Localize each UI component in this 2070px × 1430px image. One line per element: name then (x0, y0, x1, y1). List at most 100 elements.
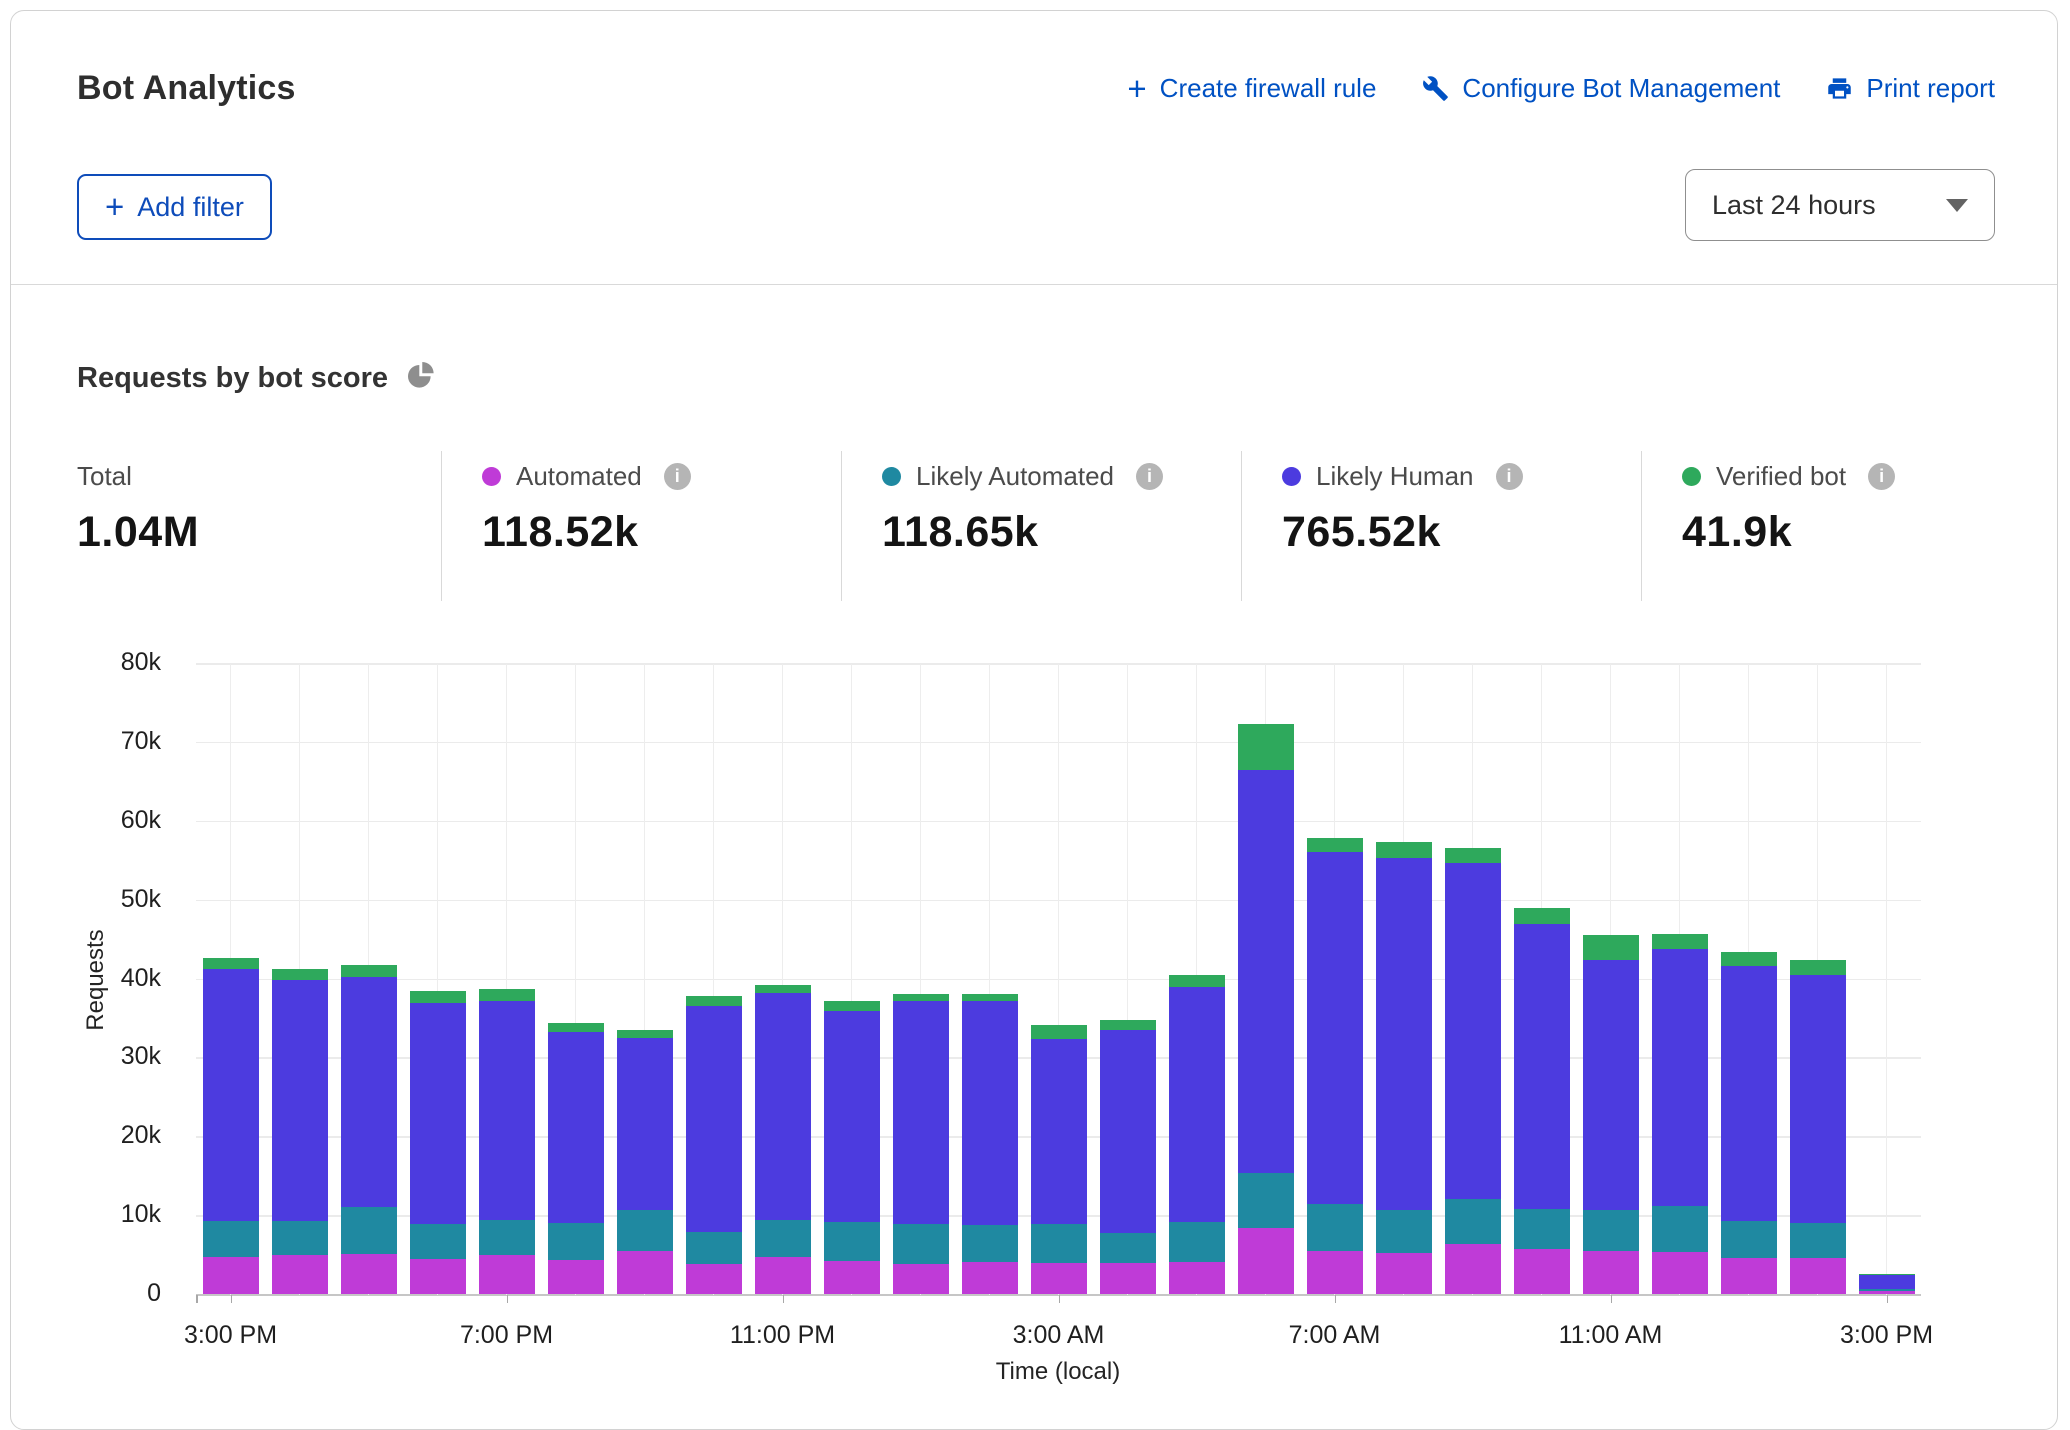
plus-icon (1127, 76, 1146, 102)
stacked-bar-19 (1514, 908, 1570, 1294)
bar-segment (1652, 1206, 1708, 1252)
stacked-bar-1 (272, 969, 328, 1294)
bar-segment (479, 1001, 535, 1220)
time-range-select[interactable]: Last 24 hours (1685, 169, 1995, 241)
bar-segment (341, 977, 397, 1207)
bar-segment (1376, 842, 1432, 858)
info-icon[interactable] (664, 463, 691, 490)
bar-segment (410, 1224, 466, 1259)
bar-segment (1445, 863, 1501, 1198)
stacked-bar-13 (1100, 1020, 1156, 1294)
stacked-bar-15 (1238, 724, 1294, 1294)
bar-segment (341, 965, 397, 977)
bar-segment (410, 1003, 466, 1224)
bar-segment (1238, 770, 1294, 1174)
bar-segment (1652, 934, 1708, 949)
bar-segment (617, 1251, 673, 1294)
stat-verified-bot-value: 41.9k (1682, 508, 2045, 557)
bar-segment (1583, 1210, 1639, 1252)
printer-icon (1826, 75, 1853, 102)
x-tick-label: 3:00 AM (964, 1321, 1154, 1350)
section-title-row: Requests by bot score (77, 359, 436, 398)
bar-segment (1445, 1244, 1501, 1294)
bar-segment (272, 1255, 328, 1294)
bar-segment (1790, 1223, 1846, 1258)
bar-segment (1031, 1025, 1087, 1039)
bar-segment (1652, 949, 1708, 1207)
bar-segment (410, 1259, 466, 1294)
stacked-bar-2 (341, 965, 397, 1294)
stat-verified-bot: Verified bot 41.9k (1641, 451, 2045, 601)
bar-segment (1514, 908, 1570, 924)
bar-segment (1307, 838, 1363, 852)
bar-segment (1031, 1039, 1087, 1224)
y-tick-label: 0 (11, 1279, 161, 1308)
plus-icon (105, 194, 124, 220)
info-icon[interactable] (1136, 463, 1163, 490)
bar-segment (962, 994, 1018, 1002)
x-tick-label: 3:00 PM (1792, 1321, 1982, 1350)
bar-segment (824, 1001, 880, 1011)
stacked-bar-12 (1031, 1025, 1087, 1294)
stacked-bar-23 (1790, 960, 1846, 1294)
bar-segment (272, 969, 328, 980)
bar-segment (479, 1255, 535, 1294)
bar-segment (893, 994, 949, 1001)
create-firewall-rule-link[interactable]: Create firewall rule (1127, 73, 1376, 104)
bar-segment (548, 1223, 604, 1260)
automated-dot-icon (482, 467, 501, 486)
stacked-bar-3 (410, 991, 466, 1294)
stacked-bar-20 (1583, 935, 1639, 1294)
bar-segment (272, 1221, 328, 1256)
axis-tick (783, 1295, 785, 1303)
stat-likely-human-label: Likely Human (1316, 461, 1474, 492)
x-tick-label: 7:00 AM (1240, 1321, 1430, 1350)
bar-segment (962, 1262, 1018, 1294)
info-icon[interactable] (1868, 463, 1895, 490)
bar-segment (203, 1221, 259, 1257)
print-report-link[interactable]: Print report (1826, 73, 1995, 104)
bar-segment (617, 1030, 673, 1039)
bar-segment (1790, 975, 1846, 1223)
stat-likely-automated: Likely Automated 118.65k (841, 451, 1241, 601)
bar-segment (1652, 1252, 1708, 1294)
bar-segment (1583, 1251, 1639, 1294)
bar-segment (479, 989, 535, 1001)
bar-segment (479, 1220, 535, 1255)
axis-tick (507, 1295, 509, 1303)
axis-tick (1611, 1295, 1613, 1303)
bar-segment (1100, 1263, 1156, 1294)
bar-segment (1307, 852, 1363, 1204)
stat-total-label: Total (77, 461, 132, 492)
likely-human-dot-icon (1282, 467, 1301, 486)
bar-segment (548, 1032, 604, 1223)
bar-segment (617, 1210, 673, 1250)
stacked-bar-0 (203, 958, 259, 1294)
bar-segment (962, 1225, 1018, 1262)
card-header: Bot Analytics Create firewall rule Confi… (11, 11, 2057, 285)
configure-bot-management-link[interactable]: Configure Bot Management (1422, 73, 1780, 104)
axis-tick (1335, 1295, 1337, 1303)
info-icon[interactable] (1496, 463, 1523, 490)
bar-segment (1583, 935, 1639, 959)
bar-segment (1307, 1251, 1363, 1294)
bar-segment (548, 1260, 604, 1294)
stats-row: Total 1.04M Automated 118.52k Likely Aut… (77, 451, 2045, 601)
stat-verified-bot-label: Verified bot (1716, 461, 1846, 492)
bar-segment (1721, 952, 1777, 966)
stat-likely-automated-label: Likely Automated (916, 461, 1114, 492)
stacked-bar-4 (479, 989, 535, 1294)
stacked-bar-22 (1721, 952, 1777, 1294)
bar-segment (203, 958, 259, 969)
bar-segment (1721, 1258, 1777, 1294)
bar-segment (824, 1261, 880, 1294)
configure-bot-management-label: Configure Bot Management (1462, 73, 1780, 104)
bar-segment (1100, 1020, 1156, 1029)
bar-segment (203, 1257, 259, 1294)
stat-total: Total 1.04M (77, 451, 441, 601)
x-tick-label: 11:00 AM (1516, 1321, 1706, 1350)
bar-segment (1100, 1030, 1156, 1233)
add-filter-button[interactable]: Add filter (77, 174, 272, 240)
stat-total-value: 1.04M (77, 508, 441, 557)
bar-segment (341, 1254, 397, 1294)
